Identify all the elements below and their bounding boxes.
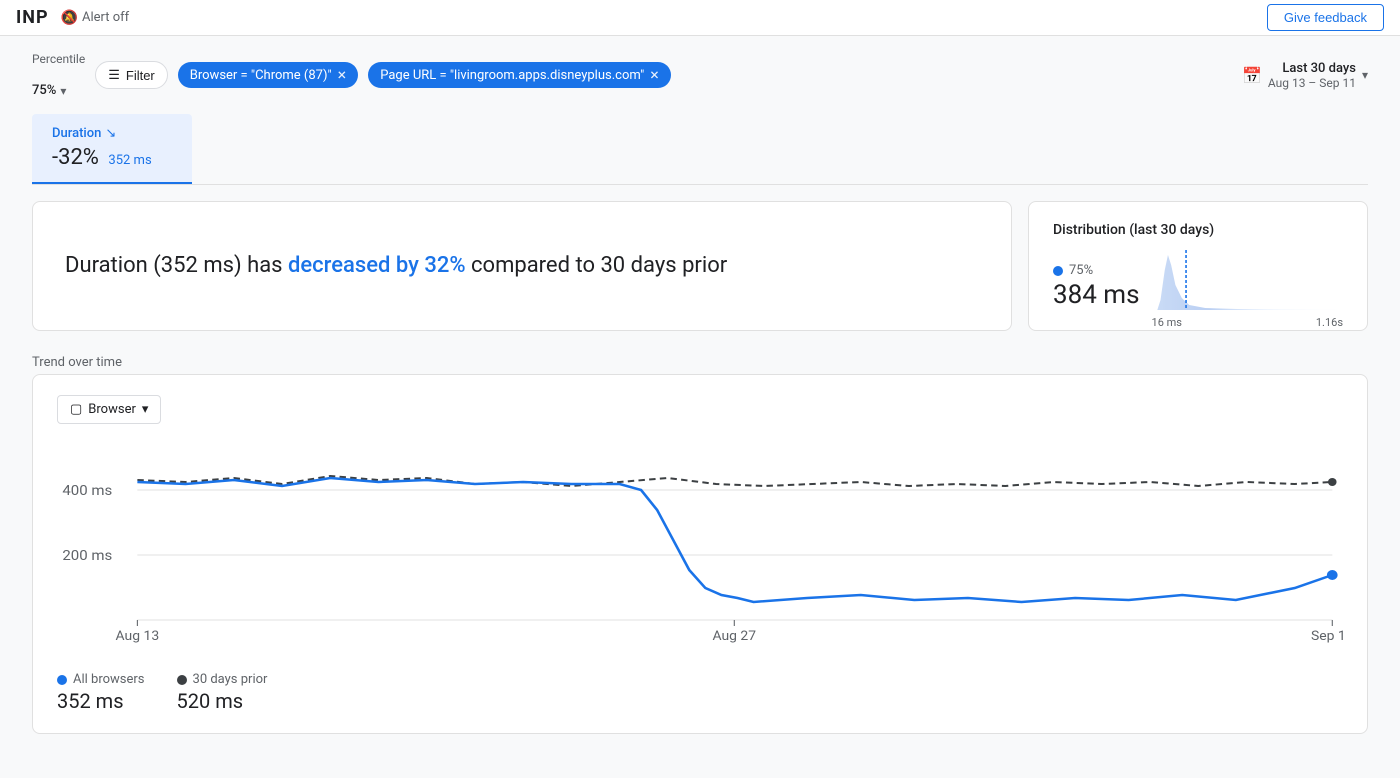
inp-badge: INP [16, 7, 49, 28]
browser-window-icon: ▢ [70, 402, 82, 417]
chart-legend: All browsers 352 ms 30 days prior 520 ms [57, 672, 1343, 713]
legend-dot-blue [57, 675, 67, 685]
dist-dot [1053, 266, 1063, 276]
legend-all-browsers: All browsers 352 ms [57, 672, 145, 713]
trend-chart-svg: 400 ms 200 ms Aug 13 Aug 27 Sep 11 [57, 440, 1343, 660]
legend-prior-label: 30 days prior [193, 672, 268, 687]
filter-icon: ☰ [108, 67, 120, 83]
tab-title-label: Duration [52, 126, 101, 141]
y-label-200: 200 ms [62, 547, 112, 563]
date-chevron-icon: ▾ [1362, 68, 1368, 82]
date-range-selector[interactable]: 📅 Last 30 days Aug 13 – Sep 11 ▾ [1242, 61, 1368, 90]
summary-row: Duration (352 ms) has decreased by 32% c… [32, 201, 1368, 331]
top-bar-left: INP 🔕 Alert off [16, 7, 129, 28]
calendar-icon: 📅 [1242, 66, 1262, 85]
x-label-sep11: Sep 11 [1311, 629, 1343, 643]
filter-button[interactable]: ☰ Filter [95, 61, 168, 89]
main-content: Percentile 75% ▾ ☰ Filter Browser = "Chro… [0, 36, 1400, 750]
browser-filter-chip: Browser = "Chrome (87)" × [178, 62, 358, 88]
date-range-label: Last 30 days [1268, 61, 1356, 76]
distribution-body: 75% 384 ms [1053, 250, 1343, 310]
browser-chevron-icon: ▾ [142, 402, 149, 417]
browser-chip-close[interactable]: × [338, 67, 347, 83]
bell-off-icon: 🔕 [61, 10, 78, 26]
insight-highlight: decreased by 32% [288, 253, 466, 278]
distribution-card: Distribution (last 30 days) 75% 384 ms [1028, 201, 1368, 331]
insight-card: Duration (352 ms) has decreased by 32% c… [32, 201, 1012, 331]
date-range-value: Aug 13 – Sep 11 [1268, 76, 1356, 90]
alert-label: Alert off [82, 10, 129, 25]
chart-container: 400 ms 200 ms Aug 13 Aug 27 Sep 11 [57, 440, 1343, 660]
distribution-stat: 75% 384 ms [1053, 263, 1140, 310]
legend-blue-row: All browsers [57, 672, 145, 687]
trend-section: ▢ Browser ▾ 400 ms 200 ms [32, 374, 1368, 734]
browser-selector[interactable]: ▢ Browser ▾ [57, 395, 161, 424]
trend-label: Trend over time [32, 355, 1368, 370]
alert-off: 🔕 Alert off [61, 10, 130, 26]
url-chip-close[interactable]: × [650, 67, 659, 83]
legend-all-browsers-value: 352 ms [57, 689, 145, 713]
insight-text-before: Duration (352 ms) has [65, 253, 288, 278]
insight-text-after: compared to 30 days prior [466, 253, 728, 278]
filter-bar: Percentile 75% ▾ ☰ Filter Browser = "Chro… [32, 52, 1368, 98]
filter-label: Filter [126, 68, 155, 83]
tab-direction-icon: ↘ [105, 126, 116, 141]
x-label-aug27: Aug 27 [712, 629, 756, 643]
metric-tabs: Duration ↘ -32% 352 ms [32, 114, 1368, 185]
percentile-selector[interactable]: Percentile 75% ▾ [32, 52, 85, 98]
dist-percentile-row: 75% [1053, 263, 1140, 278]
date-range-text: Last 30 days Aug 13 – Sep 11 [1268, 61, 1356, 90]
dist-value: 384 ms [1053, 280, 1140, 310]
url-chip-label: Page URL = "livingroom.apps.disneyplus.c… [380, 68, 644, 83]
legend-dot-dark [177, 675, 187, 685]
percentile-label: Percentile [32, 52, 85, 66]
chevron-down-icon: ▾ [60, 84, 66, 98]
browser-chip-label: Browser = "Chrome (87)" [190, 68, 332, 83]
duration-tab[interactable]: Duration ↘ -32% 352 ms [32, 114, 192, 184]
metric-tab-current: 352 ms [108, 153, 151, 168]
metric-tab-change: -32% [52, 145, 99, 170]
top-bar: INP 🔕 Alert off Give feedback [0, 0, 1400, 36]
dist-axis: 16 ms 1.16s [1152, 316, 1343, 329]
x-label-aug13: Aug 13 [116, 629, 160, 643]
tabs-divider [32, 184, 1368, 185]
legend-dark-row: 30 days prior [177, 672, 268, 687]
insight-text: Duration (352 ms) has decreased by 32% c… [65, 251, 727, 282]
percentile-value: 75% [32, 83, 56, 98]
current-line [137, 478, 1332, 602]
legend-all-browsers-label: All browsers [73, 672, 145, 687]
metric-tab-value-row: -32% 352 ms [52, 145, 172, 170]
url-filter-chip: Page URL = "livingroom.apps.disneyplus.c… [368, 62, 671, 88]
distribution-chart: 16 ms 1.16s [1152, 250, 1343, 310]
prior-last-dot [1328, 478, 1337, 486]
legend-prior-value: 520 ms [177, 689, 268, 713]
legend-30-days-prior: 30 days prior 520 ms [177, 672, 268, 713]
last-point-dot [1327, 570, 1338, 580]
y-label-400: 400 ms [62, 482, 112, 498]
give-feedback-button[interactable]: Give feedback [1267, 4, 1384, 31]
distribution-title: Distribution (last 30 days) [1053, 222, 1343, 238]
browser-selector-label: Browser [88, 402, 136, 417]
dist-axis-end: 1.16s [1316, 316, 1343, 329]
dist-percentile-label: 75% [1069, 263, 1093, 278]
metric-tab-title: Duration ↘ [52, 126, 172, 141]
dist-axis-start: 16 ms [1152, 316, 1182, 329]
